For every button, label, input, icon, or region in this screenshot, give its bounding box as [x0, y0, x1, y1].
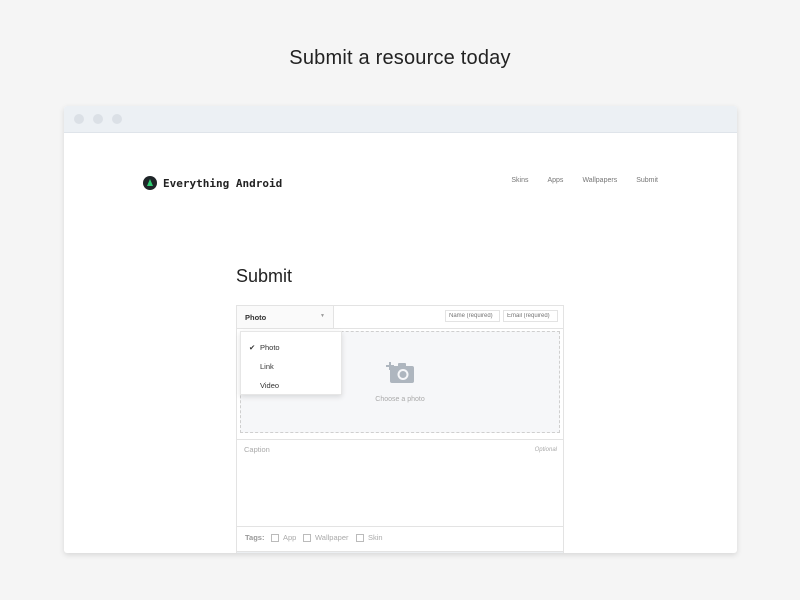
check-icon: ✔ — [249, 343, 256, 352]
window-minimize-dot[interactable] — [93, 114, 103, 124]
add-photo-camera-icon — [386, 362, 414, 383]
page-title: Submit — [236, 266, 293, 286]
name-input[interactable] — [445, 310, 500, 322]
tag-checkbox-wallpaper[interactable]: Wallpaper — [303, 533, 349, 542]
tag-label: App — [283, 533, 297, 542]
page-headline: Submit a resource today — [289, 47, 511, 69]
android-logo-icon — [143, 176, 157, 190]
nav-item-wallpapers[interactable]: Wallpapers — [582, 177, 617, 184]
type-select[interactable]: Photo ▼ — [237, 306, 334, 328]
caret-down-icon: ▼ — [320, 313, 325, 319]
window-titlebar — [64, 106, 737, 133]
window-close-dot[interactable] — [74, 114, 84, 124]
checkbox-icon — [271, 533, 279, 542]
tag-checkbox-skin[interactable]: Skin — [356, 533, 383, 542]
tag-checkbox-app[interactable]: App — [271, 533, 296, 542]
nav-item-submit[interactable]: Submit — [636, 177, 658, 184]
email-input[interactable] — [503, 310, 558, 322]
caption-optional-hint: Optional — [534, 447, 557, 453]
nav-item-skins[interactable]: Skins — [511, 177, 528, 184]
top-nav: Skins Apps Wallpapers Submit — [511, 177, 658, 184]
type-select-value: Photo — [245, 313, 267, 322]
browser-window: Everything Android Skins Apps Wallpapers… — [64, 106, 737, 553]
dropdown-option-link[interactable]: Link — [260, 362, 274, 371]
nav-item-apps[interactable]: Apps — [547, 177, 563, 184]
caption-textarea[interactable]: Caption Optional — [237, 439, 563, 527]
tags-label: Tags: — [245, 533, 265, 542]
form-footer — [237, 551, 563, 553]
window-zoom-dot[interactable] — [112, 114, 122, 124]
checkbox-icon — [356, 533, 364, 542]
tags-row: Tags: App Wallpaper Skin — [237, 526, 563, 548]
dropdown-option-video[interactable]: Video — [260, 381, 279, 390]
brand-name: Everything Android — [163, 176, 283, 190]
checkbox-icon — [303, 533, 311, 542]
caption-placeholder: Caption — [244, 445, 270, 454]
dropdown-option-photo[interactable]: Photo — [260, 343, 280, 352]
tag-label: Wallpaper — [315, 533, 349, 542]
type-dropdown-menu: ✔ Photo Link Video — [240, 331, 342, 395]
dropzone-label: Choose a photo — [375, 396, 425, 403]
form-header-row: Photo ▼ — [237, 306, 563, 329]
tag-label: Skin — [368, 533, 383, 542]
brand[interactable]: Everything Android — [143, 176, 282, 190]
